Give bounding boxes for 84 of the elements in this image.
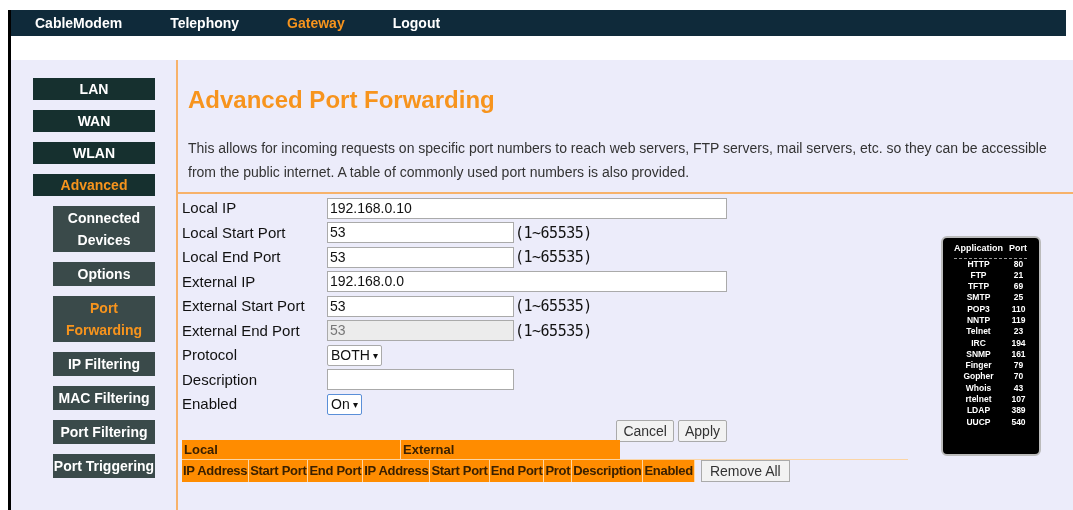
table-cell-text: rtelnet xyxy=(964,394,993,406)
table-cell-text: 23 xyxy=(1012,326,1025,338)
field-label: Description xyxy=(182,369,259,390)
field-label: External IP xyxy=(182,271,257,292)
column-header: Prot xyxy=(544,459,573,482)
column-group-header: External xyxy=(401,439,620,459)
sidebar-item[interactable]: Advanced xyxy=(33,174,155,196)
sidebar-item[interactable]: IP Filtering xyxy=(53,352,155,376)
table-cell-text: TFTP xyxy=(966,281,991,293)
column-header: Port xyxy=(1009,242,1027,255)
text-field[interactable]: 192.168.0.10 xyxy=(327,197,727,219)
column-header: Enabled xyxy=(643,459,695,482)
nav-link[interactable]: Telephony xyxy=(170,12,240,34)
nav-link[interactable]: CableModem xyxy=(35,12,123,34)
table-cell-text: 194 xyxy=(1010,337,1027,349)
table-cell-text: IRC xyxy=(970,337,987,349)
text-field[interactable] xyxy=(327,369,514,391)
text-field[interactable]: 192.168.0.0 xyxy=(327,271,727,293)
table-cell-text: 110 xyxy=(1010,303,1027,315)
table-cell-text: 389 xyxy=(1010,405,1027,417)
remove-all-button[interactable]: Remove All xyxy=(700,459,790,482)
table-cell-text: 79 xyxy=(1012,360,1025,372)
field-label: Local End Port xyxy=(182,247,282,267)
table-cell-text: LDAP xyxy=(965,405,992,417)
sidebar-item[interactable]: WAN xyxy=(33,110,155,132)
table-cell-text: Finger xyxy=(964,360,993,372)
sidebar-item[interactable]: Port Triggering xyxy=(53,454,155,478)
range-hint: (1~65535) xyxy=(515,222,592,244)
sidebar-item[interactable]: Connected Devices xyxy=(53,206,155,252)
table-cell-text: FTP xyxy=(969,269,988,282)
text-field[interactable]: 53 xyxy=(327,295,514,317)
dropdown[interactable]: BOTH ▾ xyxy=(327,344,382,366)
table-cell-text: 119 xyxy=(1010,315,1027,327)
table-cell-text: Whois xyxy=(964,382,993,395)
column-header: Start Port xyxy=(249,459,309,482)
column-header: Application xyxy=(954,242,1003,255)
field-label: Local Start Port xyxy=(182,222,287,243)
field-label: Enabled xyxy=(182,394,239,414)
table-cell-text: NNTP xyxy=(965,315,992,327)
description-text: This allows for incoming requests on specific port numbers to reach web servers, FTP servers, mail servers, etc. so they can be accessible from the public internet. A table of commonly used port numbers is also provided. xyxy=(188,139,1048,182)
column-group-header: Local xyxy=(182,439,401,459)
table-cell-text: 69 xyxy=(1012,281,1025,293)
nav-link[interactable]: Logout xyxy=(392,12,441,34)
range-hint: (1~65535) xyxy=(515,247,592,268)
table-cell-text: HTTP xyxy=(966,258,991,270)
table-cell-text: 43 xyxy=(1012,382,1025,395)
text-field[interactable]: 53 xyxy=(327,222,514,244)
column-header: IP Address xyxy=(182,459,250,482)
field-label: Local IP xyxy=(182,198,238,218)
table-cell-text: SNMP xyxy=(965,348,992,361)
table-cell-text: POP3 xyxy=(966,303,991,315)
table-cell-text: 107 xyxy=(1010,394,1027,406)
range-hint: (1~65535) xyxy=(515,320,592,342)
field-label: Protocol xyxy=(182,345,239,365)
column-header: End Port xyxy=(489,459,545,482)
sidebar-item[interactable]: LAN xyxy=(33,78,155,100)
table-cell-text: SMTP xyxy=(965,292,992,304)
nav-link[interactable]: Gateway xyxy=(287,12,345,34)
page-title: Advanced Port Forwarding xyxy=(188,85,496,115)
sidebar-item[interactable]: MAC Filtering xyxy=(53,386,155,410)
text-field[interactable]: 53 xyxy=(327,246,514,268)
range-hint: (1~65535) xyxy=(515,296,592,317)
table-cell-text: 21 xyxy=(1012,269,1025,282)
sidebar-item[interactable]: WLAN xyxy=(33,142,155,164)
column-header: Description xyxy=(572,459,644,482)
dropdown[interactable]: On ▾ xyxy=(327,393,362,415)
table-cell-text: Gopher xyxy=(962,371,995,383)
sidebar-item[interactable]: Options xyxy=(53,262,155,286)
sidebar-item[interactable]: Port Forwarding xyxy=(53,296,155,342)
action-button[interactable]: Cancel xyxy=(616,419,674,442)
field-label: External Start Port xyxy=(182,296,306,316)
table-cell-text: UUCP xyxy=(965,416,992,428)
table-cell-text: 161 xyxy=(1010,348,1027,361)
field-label: External End Port xyxy=(182,320,301,341)
column-header: Start Port xyxy=(430,459,490,482)
table-cell-text: Telnet xyxy=(965,326,992,338)
table-cell-text: 25 xyxy=(1012,292,1025,304)
column-header: IP Address xyxy=(363,459,431,482)
action-button[interactable]: Apply xyxy=(677,419,727,442)
sidebar-item[interactable]: Port Filtering xyxy=(53,420,155,444)
column-header: End Port xyxy=(308,459,364,482)
table-cell-text: 70 xyxy=(1012,371,1025,383)
table-cell-text: 540 xyxy=(1010,416,1027,428)
table-cell-text: 80 xyxy=(1012,258,1025,270)
